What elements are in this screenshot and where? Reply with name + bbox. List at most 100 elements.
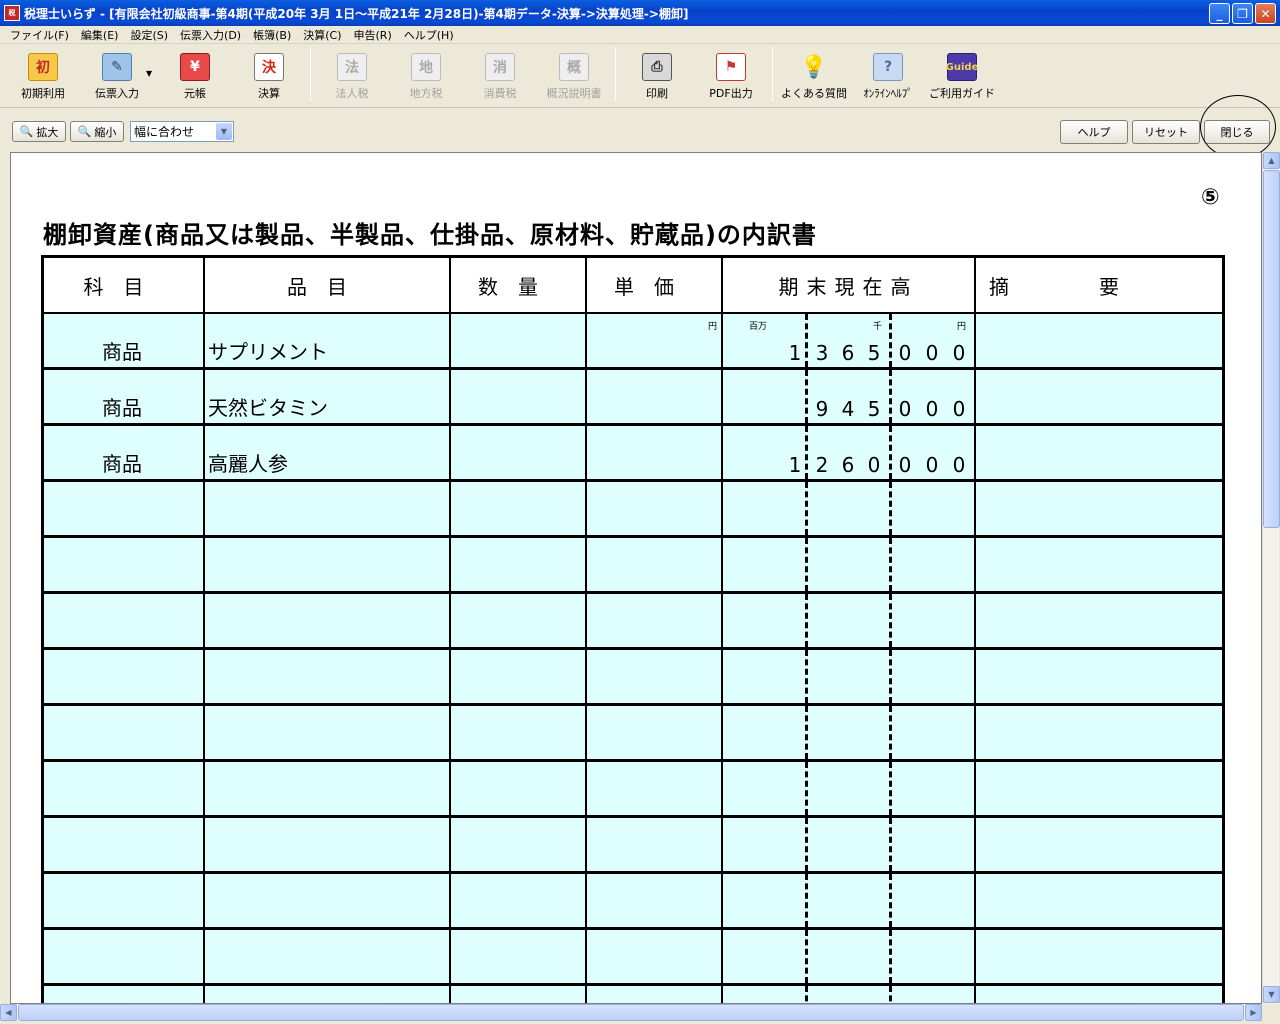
row-balance[interactable]: 9 4 5 0 0 0 (723, 370, 976, 423)
table-cell[interactable] (44, 762, 205, 815)
table-cell[interactable] (44, 594, 205, 647)
row-subject[interactable]: 商品 (102, 392, 142, 421)
table-cell[interactable] (723, 874, 976, 927)
row-quantity[interactable] (451, 314, 587, 367)
table-cell[interactable] (205, 762, 451, 815)
slip-entry-button[interactable]: ✎ 伝票入力 (80, 47, 154, 101)
menu-settings[interactable]: 設定(S) (124, 27, 174, 43)
table-cell[interactable] (451, 986, 587, 1003)
overview-button[interactable]: 概 概況説明書 (537, 47, 611, 101)
table-cell[interactable] (976, 874, 1222, 927)
row-quantity[interactable] (451, 370, 587, 423)
table-cell[interactable] (205, 986, 451, 1003)
table-cell[interactable] (44, 706, 205, 759)
table-cell[interactable] (451, 650, 587, 703)
scroll-up-icon[interactable]: ▲ (1263, 152, 1280, 169)
table-cell[interactable] (587, 594, 723, 647)
vertical-scrollbar[interactable]: ▲ ▼ (1262, 152, 1280, 1004)
local-tax-button[interactable]: 地 地方税 (389, 47, 463, 101)
table-cell[interactable] (976, 482, 1222, 535)
pdf-export-button[interactable]: ⚑ PDF出力 (694, 47, 768, 101)
table-cell[interactable] (723, 818, 976, 871)
online-help-button[interactable]: ? ｵﾝﾗｲﾝﾍﾙﾌﾟ (851, 47, 925, 101)
row-remarks[interactable] (976, 314, 1222, 367)
row-subject[interactable]: 商品 (102, 336, 142, 365)
close-window-button[interactable]: ✕ (1255, 3, 1276, 24)
row-subject[interactable]: 商品 (102, 448, 142, 477)
scroll-down-icon[interactable]: ▼ (1263, 986, 1280, 1003)
guide-button[interactable]: Guide ご利用ガイド (925, 47, 999, 101)
table-cell[interactable] (44, 930, 205, 983)
table-cell[interactable] (587, 482, 723, 535)
table-cell[interactable] (205, 594, 451, 647)
table-cell[interactable] (451, 930, 587, 983)
chevron-down-icon[interactable]: ▼ (216, 123, 232, 140)
table-cell[interactable] (723, 930, 976, 983)
table-cell[interactable] (976, 762, 1222, 815)
reset-button[interactable]: リセット (1132, 120, 1200, 144)
row-balance[interactable]: 百万 千 円 1 3 6 5 0 0 0 (723, 314, 976, 367)
table-cell[interactable] (976, 986, 1222, 1003)
table-cell[interactable] (587, 818, 723, 871)
row-quantity[interactable] (451, 426, 587, 479)
row-item[interactable]: サプリメント (208, 336, 328, 365)
row-remarks[interactable] (976, 370, 1222, 423)
table-cell[interactable] (976, 930, 1222, 983)
row-unit-price[interactable]: 円 (587, 314, 723, 367)
menu-settlement[interactable]: 決算(C) (297, 27, 347, 43)
table-cell[interactable] (723, 538, 976, 591)
menu-edit[interactable]: 編集(E) (75, 27, 125, 43)
restore-button[interactable]: ❐ (1232, 3, 1253, 24)
scroll-left-icon[interactable]: ◀ (0, 1004, 17, 1021)
table-cell[interactable] (587, 874, 723, 927)
table-cell[interactable] (451, 594, 587, 647)
table-cell[interactable] (205, 482, 451, 535)
table-cell[interactable] (205, 650, 451, 703)
ledger-button[interactable]: ¥ 元帳 (158, 47, 232, 101)
table-cell[interactable] (723, 482, 976, 535)
row-balance[interactable]: 1 2 6 0 0 0 0 (723, 426, 976, 479)
help-button[interactable]: ヘルプ (1060, 120, 1128, 144)
table-cell[interactable] (587, 706, 723, 759)
table-cell[interactable] (205, 706, 451, 759)
table-cell[interactable] (587, 986, 723, 1003)
print-button[interactable]: ⎙ 印刷 (620, 47, 694, 101)
zoom-in-button[interactable]: 🔍 拡大 (12, 121, 66, 142)
table-cell[interactable] (976, 706, 1222, 759)
table-cell[interactable] (587, 930, 723, 983)
menu-filing[interactable]: 申告(R) (348, 27, 398, 43)
menu-books[interactable]: 帳簿(B) (247, 27, 297, 43)
table-cell[interactable] (451, 818, 587, 871)
menu-help[interactable]: ヘルプ(H) (398, 27, 460, 43)
consumption-tax-button[interactable]: 消 消費税 (463, 47, 537, 101)
table-cell[interactable] (723, 986, 976, 1003)
table-cell[interactable] (205, 930, 451, 983)
table-cell[interactable] (205, 818, 451, 871)
table-cell[interactable] (44, 650, 205, 703)
horizontal-scroll-thumb[interactable] (18, 1004, 1244, 1021)
table-cell[interactable] (976, 650, 1222, 703)
row-item[interactable]: 天然ビタミン (208, 392, 328, 421)
table-cell[interactable] (976, 538, 1222, 591)
vertical-scroll-thumb[interactable] (1263, 170, 1280, 528)
table-cell[interactable] (587, 538, 723, 591)
table-cell[interactable] (451, 482, 587, 535)
zoom-out-button[interactable]: 🔍 縮小 (70, 121, 124, 142)
table-cell[interactable] (451, 538, 587, 591)
table-cell[interactable] (723, 594, 976, 647)
menu-file[interactable]: ファイル(F) (4, 27, 75, 43)
table-cell[interactable] (587, 762, 723, 815)
table-cell[interactable] (205, 874, 451, 927)
menu-slip-entry[interactable]: 伝票入力(D) (174, 27, 247, 43)
table-cell[interactable] (587, 650, 723, 703)
table-cell[interactable] (723, 706, 976, 759)
table-cell[interactable] (976, 818, 1222, 871)
row-item[interactable]: 高麗人参 (208, 448, 288, 477)
table-cell[interactable] (976, 594, 1222, 647)
table-cell[interactable] (451, 706, 587, 759)
table-cell[interactable] (723, 650, 976, 703)
table-cell[interactable] (44, 874, 205, 927)
table-cell[interactable] (44, 986, 205, 1003)
fit-width-select[interactable]: 幅に合わせ ▼ (130, 121, 234, 142)
slip-dropdown-icon[interactable]: ▼ (146, 69, 154, 78)
